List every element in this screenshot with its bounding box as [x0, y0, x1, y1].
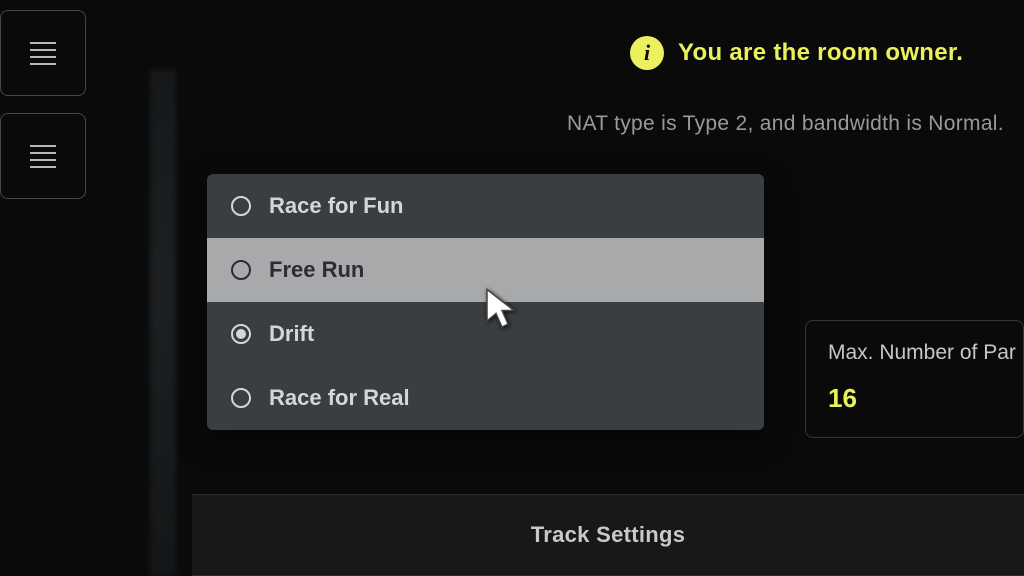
room-mode-dropdown[interactable]: Race for Fun Free Run Drift Race for Rea…: [207, 174, 764, 430]
mode-option-label: Race for Real: [269, 385, 410, 411]
max-participants-value: 16: [828, 383, 1001, 414]
sidebar-card-2[interactable]: [0, 113, 86, 199]
radio-selected-icon: [231, 324, 251, 344]
radio-icon: [231, 196, 251, 216]
menu-icon: [30, 42, 56, 65]
track-thumbnail-strip: [150, 0, 176, 576]
mode-option-free-run[interactable]: Free Run: [207, 238, 764, 302]
room-owner-message: You are the room owner.: [678, 39, 963, 67]
track-settings-bar[interactable]: Track Settings: [192, 494, 1024, 576]
mode-option-race-for-fun[interactable]: Race for Fun: [207, 174, 764, 238]
track-settings-title: Track Settings: [531, 522, 686, 548]
max-participants-card[interactable]: Max. Number of Par 16: [805, 320, 1024, 438]
info-icon: i: [630, 36, 664, 70]
mode-option-label: Drift: [269, 321, 314, 347]
nat-status-text: NAT type is Type 2, and bandwidth is Nor…: [567, 112, 1004, 136]
mode-option-drift[interactable]: Drift: [207, 302, 764, 366]
mode-option-label: Free Run: [269, 257, 364, 283]
menu-icon: [30, 145, 56, 168]
max-participants-label: Max. Number of Par: [828, 341, 1001, 365]
room-owner-banner: i You are the room owner.: [630, 36, 963, 70]
sidebar-card-1[interactable]: [0, 10, 86, 96]
radio-icon: [231, 260, 251, 280]
mode-option-race-for-real[interactable]: Race for Real: [207, 366, 764, 430]
mode-option-label: Race for Fun: [269, 193, 403, 219]
radio-icon: [231, 388, 251, 408]
